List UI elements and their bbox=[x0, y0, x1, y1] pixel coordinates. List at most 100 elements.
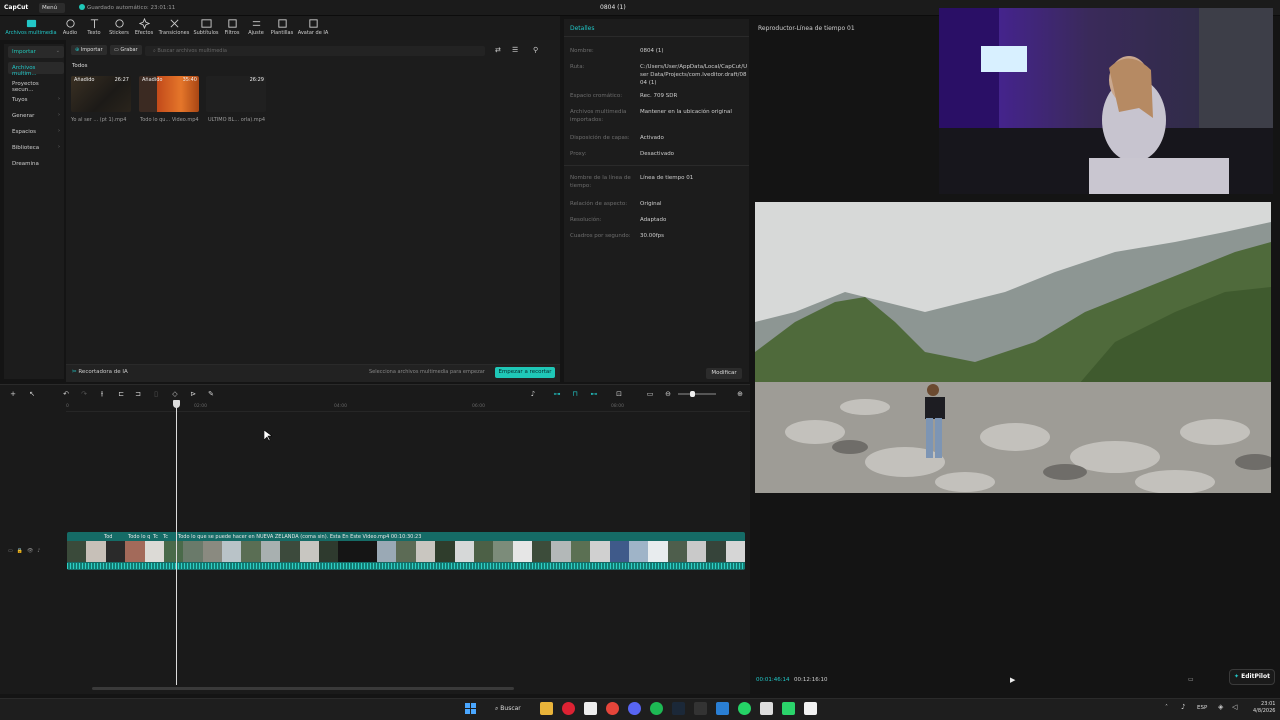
playhead[interactable] bbox=[176, 400, 177, 685]
zoom-in-icon[interactable]: ⊕ bbox=[736, 390, 744, 398]
tool-adjust[interactable]: Ajuste bbox=[246, 18, 266, 36]
adjust-icon bbox=[252, 21, 260, 26]
clip-label-short: Tc bbox=[153, 534, 158, 540]
text-icon bbox=[90, 19, 98, 29]
timeline-ruler[interactable] bbox=[66, 402, 750, 412]
split-icon[interactable]: ⫲ bbox=[98, 390, 106, 398]
tool-stickers[interactable]: Stickers bbox=[107, 18, 131, 36]
discord-icon[interactable] bbox=[628, 702, 641, 715]
tray-chevron-icon[interactable]: ˄ bbox=[1165, 704, 1168, 711]
zoom-slider[interactable] bbox=[678, 393, 716, 395]
preview-axis-icon[interactable]: ⊡ bbox=[615, 390, 623, 398]
tool-effects[interactable]: Efectos bbox=[133, 18, 155, 36]
sidebar-item-subprojects[interactable]: Proyectos secun... bbox=[8, 78, 64, 93]
network-icon[interactable]: ◈ bbox=[1218, 703, 1223, 711]
zoom-slider-handle[interactable] bbox=[690, 391, 695, 397]
video-preview[interactable] bbox=[755, 202, 1271, 493]
fullscreen-icon[interactable]: ▭ bbox=[1188, 676, 1194, 683]
media-caption: ÚLTIMO BL... orla).mp4 bbox=[208, 117, 266, 123]
steam-icon[interactable] bbox=[672, 702, 685, 715]
detail-value: Original bbox=[640, 201, 662, 207]
ai-edit-icon[interactable]: ✎ bbox=[207, 390, 215, 398]
subtitles-icon bbox=[200, 19, 212, 28]
freeze-icon[interactable]: ⊳ bbox=[189, 390, 197, 398]
playhead-handle[interactable] bbox=[173, 400, 180, 408]
media-thumbnail[interactable]: Añadido 35:40 bbox=[139, 76, 199, 112]
caption-icon[interactable]: ▭ bbox=[646, 390, 654, 398]
filter-icon[interactable]: ⚲ bbox=[533, 46, 538, 54]
detail-value: 30.00fps bbox=[640, 233, 665, 239]
select-tool-icon[interactable]: ↖ bbox=[28, 390, 36, 398]
delete-icon[interactable]: ▯ bbox=[152, 390, 160, 398]
detail-label: Proxy: bbox=[570, 151, 587, 157]
chevron-right-icon: › bbox=[58, 96, 60, 102]
detail-label: Archivos multimedia importados: bbox=[570, 109, 627, 123]
spotify-icon[interactable] bbox=[650, 702, 663, 715]
search-input[interactable]: ⌕ Buscar archivos multimedia bbox=[145, 46, 485, 56]
snap-icon[interactable]: ⊷ bbox=[590, 390, 598, 398]
trim-right-icon[interactable]: ⊐ bbox=[134, 390, 142, 398]
tool-audio[interactable]: Audio bbox=[60, 18, 80, 36]
sidebar-item-import[interactable]: Importar ⌄ bbox=[8, 46, 64, 58]
timeline-scrollbar[interactable] bbox=[92, 687, 514, 690]
whatsapp-icon[interactable] bbox=[738, 702, 751, 715]
editpilot-badge[interactable]: ✦ EditPilot bbox=[1229, 669, 1275, 685]
language-indicator[interactable]: ESP bbox=[1197, 705, 1207, 711]
zoom-out-icon[interactable]: ⊖ bbox=[664, 390, 672, 398]
redo-icon[interactable]: ↷ bbox=[80, 390, 88, 398]
chevron-right-icon: › bbox=[58, 144, 60, 150]
modify-button[interactable]: Modificar bbox=[706, 368, 742, 379]
add-track-icon[interactable]: + bbox=[9, 390, 17, 398]
view-list-icon[interactable]: ☰ bbox=[512, 46, 518, 54]
tool-subtitles[interactable]: Subtítulos bbox=[192, 18, 220, 36]
capcut-icon[interactable] bbox=[584, 702, 597, 715]
ruler-label: 04:00 bbox=[334, 404, 347, 409]
menu-button[interactable]: Menú bbox=[39, 3, 65, 13]
notion-icon[interactable] bbox=[760, 702, 773, 715]
app-green-icon[interactable] bbox=[782, 702, 795, 715]
sidebar-item-yours[interactable]: Tuyos › bbox=[8, 94, 64, 106]
magnet-icon[interactable]: ⊓ bbox=[571, 390, 579, 398]
record-button[interactable]: ▭ Grabar bbox=[110, 45, 142, 55]
microphone-icon[interactable]: ♪ bbox=[529, 390, 537, 398]
microphone-icon[interactable]: ♪ bbox=[1181, 703, 1185, 711]
play-icon[interactable]: ▶ bbox=[1010, 676, 1015, 684]
file-explorer-icon[interactable] bbox=[540, 702, 553, 715]
chrome-icon[interactable] bbox=[562, 702, 575, 715]
clip-label: Todo lo que se puede hacer en NUEVA ZELA… bbox=[178, 534, 422, 540]
undo-icon[interactable]: ↶ bbox=[62, 390, 70, 398]
media-thumbnail[interactable]: 26:29 bbox=[206, 76, 266, 112]
tool-filters[interactable]: Filtros bbox=[222, 18, 242, 36]
capcut-active-icon[interactable] bbox=[804, 702, 817, 715]
sidebar-item-generate[interactable]: Generar › bbox=[8, 110, 64, 122]
tool-media[interactable]: Archivos multimedia bbox=[4, 18, 58, 36]
app-icon[interactable] bbox=[694, 702, 707, 715]
import-button[interactable]: ⊕ Importar bbox=[71, 45, 107, 55]
marker-icon[interactable]: ◇ bbox=[171, 390, 179, 398]
tool-templates[interactable]: Plantillas bbox=[269, 18, 295, 36]
media-thumbnail[interactable]: Añadido 26:27 bbox=[71, 76, 131, 112]
sort-icon[interactable]: ⇄ bbox=[495, 46, 501, 54]
ai-cutter-bar bbox=[66, 364, 560, 382]
start-trimming-button[interactable]: Empezar a recortar bbox=[495, 367, 555, 378]
filter-all[interactable]: Todos bbox=[72, 63, 88, 69]
sidebar-item-dreamina[interactable]: Dreamina bbox=[8, 158, 64, 170]
tool-avatar[interactable]: Avatar de IA bbox=[297, 18, 329, 36]
sidebar-item-media-files[interactable]: Archivos multim... bbox=[8, 62, 64, 77]
vscode-icon[interactable] bbox=[716, 702, 729, 715]
tool-transitions[interactable]: Transiciones bbox=[157, 18, 191, 36]
tool-text[interactable]: Texto bbox=[84, 18, 104, 36]
detail-label: Disposición de capas: bbox=[570, 135, 630, 141]
divider bbox=[564, 165, 749, 166]
trim-left-icon[interactable]: ⊏ bbox=[117, 390, 125, 398]
chrome-alt-icon[interactable] bbox=[606, 702, 619, 715]
sidebar-item-spaces[interactable]: Espacios › bbox=[8, 126, 64, 138]
windows-start-icon[interactable] bbox=[465, 703, 476, 714]
track-controls[interactable]: ▭🔒👁♪ bbox=[8, 548, 45, 554]
sidebar-item-library[interactable]: Biblioteca › bbox=[8, 142, 64, 154]
link-icon[interactable]: ⊶ bbox=[553, 390, 561, 398]
volume-icon[interactable]: ◁ bbox=[1232, 703, 1237, 711]
audio-waveform bbox=[67, 563, 745, 569]
taskbar-clock[interactable]: 23:01 4/8/2026 bbox=[1253, 701, 1275, 715]
taskbar-search[interactable]: ⌕ Buscar bbox=[489, 701, 531, 716]
